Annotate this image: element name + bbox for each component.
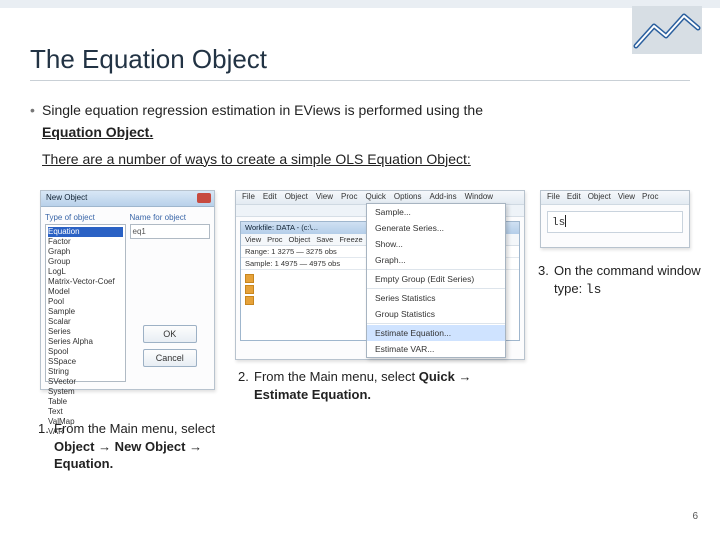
top-color-bar xyxy=(0,0,720,8)
caption-2: 2. From the Main menu, select Quick → Es… xyxy=(254,368,484,403)
main-menu-bar-small: File Edit Object View Proc xyxy=(541,191,689,205)
toolbar-item[interactable]: View xyxy=(245,235,261,244)
menu-item[interactable]: Options xyxy=(394,192,422,203)
menu-item[interactable]: File xyxy=(547,192,560,203)
quick-menu-item[interactable]: Sample... xyxy=(367,204,505,220)
menu-item[interactable]: View xyxy=(618,192,635,203)
ok-button[interactable]: OK xyxy=(143,325,197,343)
text-caret xyxy=(565,215,566,227)
object-type-item[interactable]: LogL xyxy=(48,267,123,277)
equation-object-term: Equation Object. xyxy=(42,122,153,142)
object-type-item[interactable]: Group xyxy=(48,257,123,267)
caption-2-number: 2. xyxy=(238,368,249,386)
toolbar-item[interactable]: Freeze xyxy=(339,235,362,244)
intro-line1: Single equation regression estimation in… xyxy=(42,102,483,118)
caption-3-text: On the command window type: xyxy=(554,263,701,296)
caption-2-text: From the Main menu, select xyxy=(254,369,419,384)
title-rule xyxy=(30,80,690,81)
menu-item[interactable]: Proc xyxy=(642,192,658,203)
menu-item[interactable]: Edit xyxy=(263,192,277,203)
quick-menu-item[interactable]: Show... xyxy=(367,236,505,252)
object-type-item[interactable]: String xyxy=(48,367,123,377)
caption-3: 3. On the command window type: ls xyxy=(554,262,714,298)
object-type-item[interactable]: Pool xyxy=(48,297,123,307)
menu-item[interactable]: Quick xyxy=(365,192,385,203)
object-type-item[interactable]: Series xyxy=(48,327,123,337)
object-type-item[interactable]: Equation xyxy=(48,227,123,237)
quick-menu-screenshot: File Edit Object View Proc Quick Options Add-in… xyxy=(235,190,525,360)
dialog-titlebar: New Object xyxy=(41,191,214,207)
menu-item[interactable]: Window xyxy=(465,192,493,203)
ways-line: There are a number of ways to create a s… xyxy=(42,149,471,169)
name-input[interactable]: eq1 xyxy=(130,224,211,239)
menu-item[interactable]: Edit xyxy=(567,192,581,203)
slide-title: The Equation Object xyxy=(30,44,267,75)
toolbar-item[interactable]: Save xyxy=(316,235,333,244)
quick-menu-item[interactable]: Empty Group (Edit Series) xyxy=(367,271,505,287)
quick-menu-item[interactable]: Group Statistics xyxy=(367,306,505,322)
object-type-item[interactable]: Text xyxy=(48,407,123,417)
series-icon xyxy=(245,274,254,283)
command-input[interactable]: ls xyxy=(547,211,683,233)
type-label: Type of object xyxy=(45,213,126,222)
series-icon xyxy=(245,285,254,294)
dialog-title: New Object xyxy=(46,193,87,202)
object-type-item[interactable]: Factor xyxy=(48,237,123,247)
object-type-item[interactable]: Spool xyxy=(48,347,123,357)
quick-menu-item[interactable]: Estimate VAR... xyxy=(367,341,505,357)
object-type-item[interactable]: Table xyxy=(48,397,123,407)
menu-separator xyxy=(367,323,505,324)
object-type-item[interactable]: Sample xyxy=(48,307,123,317)
menu-item[interactable]: Add-ins xyxy=(430,192,457,203)
object-type-item[interactable]: Matrix-Vector-Coef xyxy=(48,277,123,287)
object-type-list[interactable]: EquationFactorGraphGroupLogLMatrix-Vecto… xyxy=(45,224,126,382)
page-number: 6 xyxy=(692,511,698,522)
object-type-item[interactable]: Model xyxy=(48,287,123,297)
caption-1: 1. From the Main menu, select Object → N… xyxy=(54,420,224,473)
menu-item[interactable]: File xyxy=(242,192,255,203)
command-window-screenshot: File Edit Object View Proc ls xyxy=(540,190,690,248)
toolbar-item[interactable]: Object xyxy=(289,235,311,244)
intro-bullet: • Single equation regression estimation … xyxy=(42,100,680,169)
command-text: ls xyxy=(552,217,565,229)
quick-menu-item[interactable]: Series Statistics xyxy=(367,290,505,306)
quick-menu-item[interactable]: Graph... xyxy=(367,252,505,268)
name-label: Name for object xyxy=(130,213,211,222)
menu-item[interactable]: View xyxy=(316,192,333,203)
quick-menu-item[interactable]: Estimate Equation... xyxy=(367,325,505,341)
object-type-item[interactable]: SVector xyxy=(48,377,123,387)
object-type-item[interactable]: System xyxy=(48,387,123,397)
menu-item[interactable]: Proc xyxy=(341,192,357,203)
object-type-item[interactable]: Scalar xyxy=(48,317,123,327)
new-object-dialog: New Object Type of object EquationFactor… xyxy=(40,190,215,390)
toolbar-item[interactable]: Proc xyxy=(267,235,282,244)
caption-3-code: ls xyxy=(586,282,602,297)
object-type-item[interactable]: Series Alpha xyxy=(48,337,123,347)
caption-1-number: 1. xyxy=(38,420,49,438)
cancel-button[interactable]: Cancel xyxy=(143,349,197,367)
object-type-item[interactable]: SSpace xyxy=(48,357,123,367)
eviews-logo xyxy=(632,6,702,54)
caption-1-text: From the Main menu, select xyxy=(54,421,215,436)
caption-3-number: 3. xyxy=(538,262,549,280)
menu-separator xyxy=(367,288,505,289)
menu-item[interactable]: Object xyxy=(588,192,611,203)
menu-separator xyxy=(367,269,505,270)
object-type-item[interactable]: Graph xyxy=(48,247,123,257)
bullet-dot: • xyxy=(30,100,35,120)
quick-menu-item[interactable]: Generate Series... xyxy=(367,220,505,236)
close-icon[interactable] xyxy=(197,193,211,203)
series-icon xyxy=(245,296,254,305)
menu-item[interactable]: Object xyxy=(285,192,308,203)
quick-dropdown-menu: Sample...Generate Series...Show...Graph.… xyxy=(366,203,506,358)
caption-1-path: Object → New Object → Equation. xyxy=(54,439,202,472)
